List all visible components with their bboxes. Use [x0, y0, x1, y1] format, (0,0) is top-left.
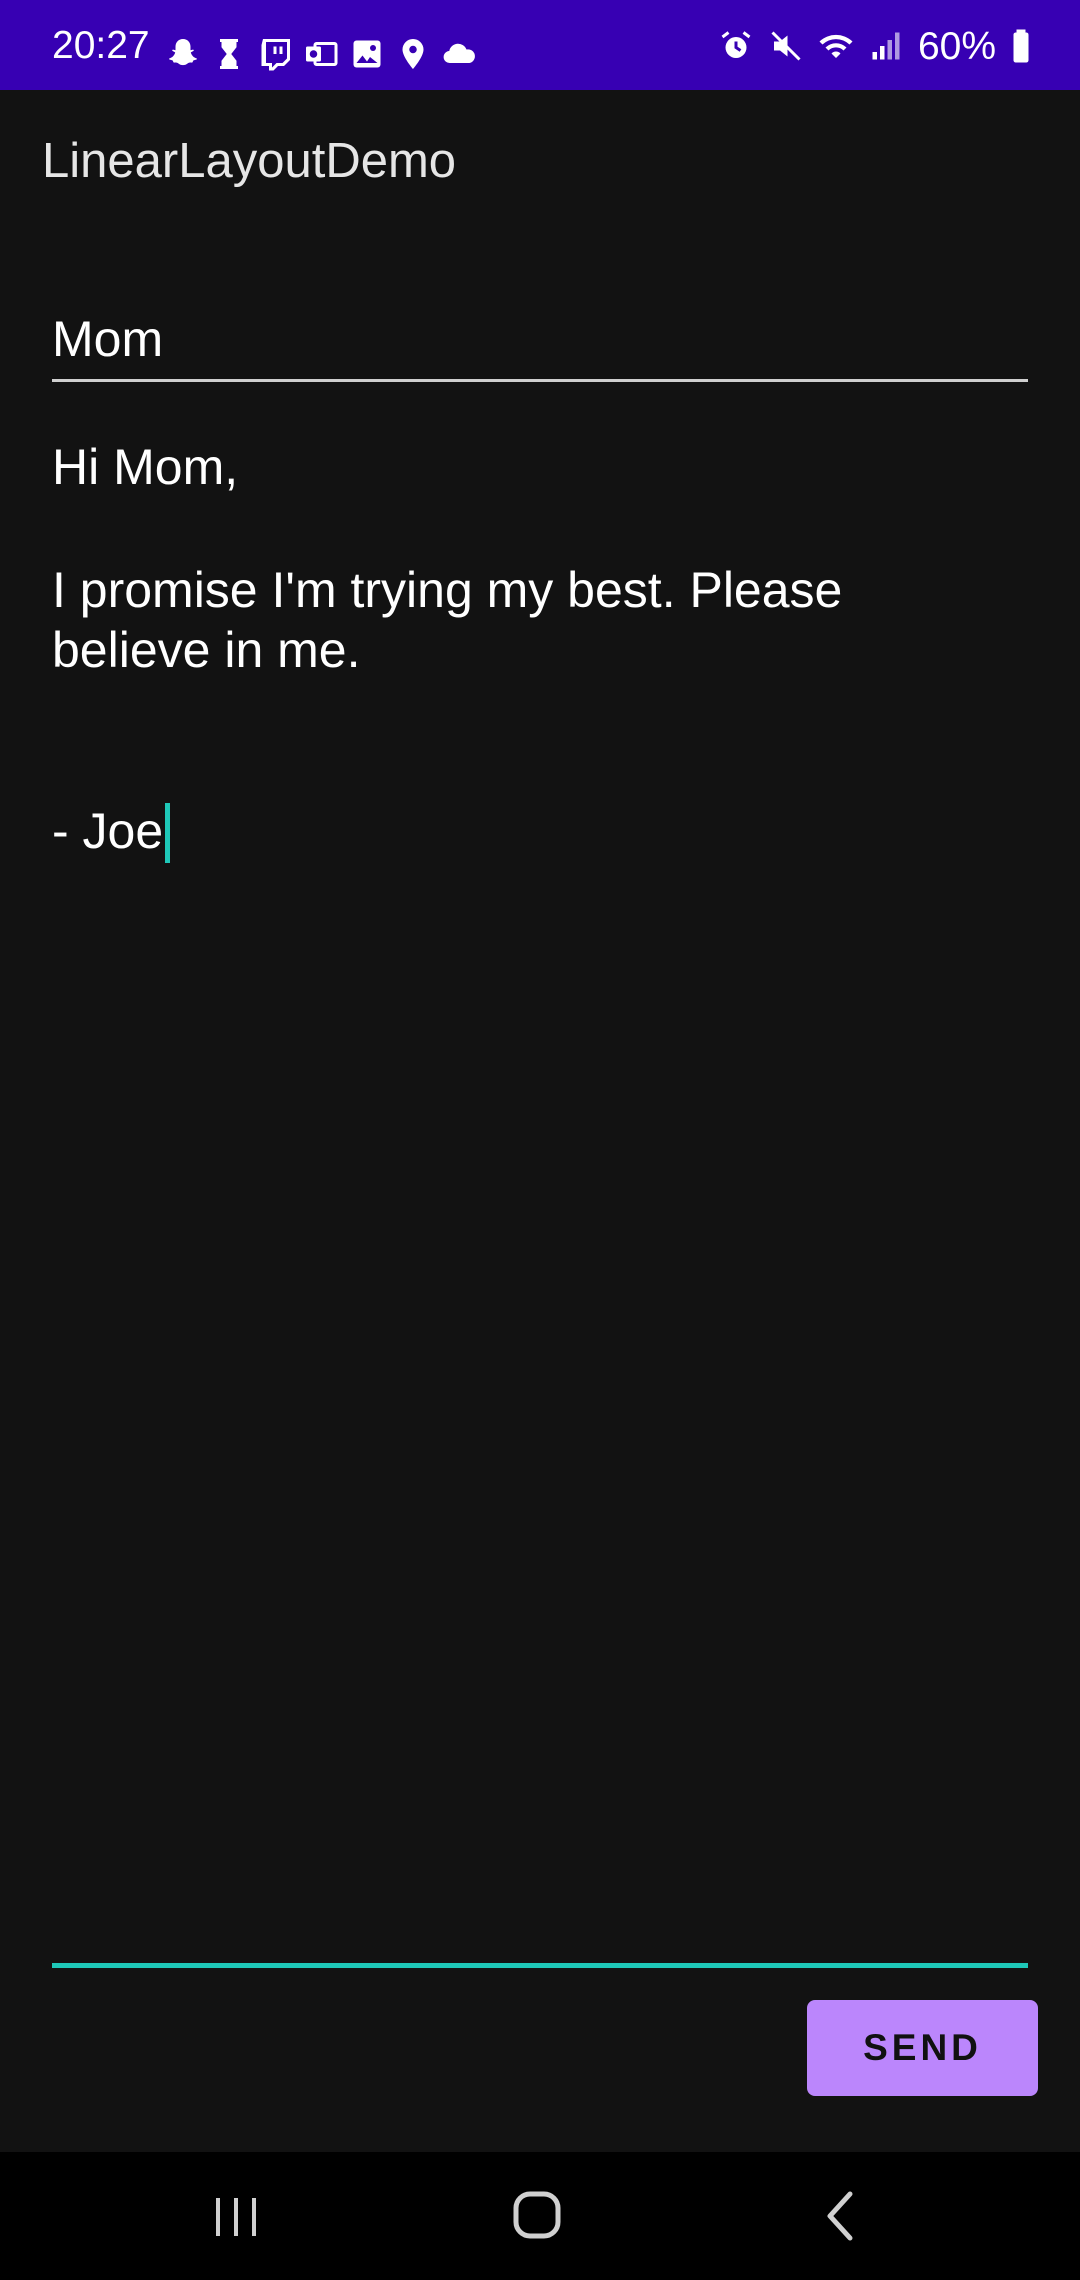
status-time: 20:27: [52, 24, 150, 67]
signal-icon: [872, 32, 900, 60]
gallery-icon: [353, 40, 381, 68]
send-button-label: SEND: [863, 2027, 982, 2068]
battery-percent: 60%: [917, 24, 996, 68]
status-bar: 20:27 60%: [0, 0, 1080, 90]
message-line: Hi Mom,: [52, 439, 239, 495]
outlook-icon: [306, 42, 338, 66]
navigation-bar: [0, 2152, 1080, 2280]
battery-icon: [1013, 29, 1029, 63]
message-line: - Joe: [52, 803, 164, 859]
message-field[interactable]: Hi Mom, I promise I'm trying my best. Pl…: [52, 438, 1028, 1968]
text-cursor: [165, 803, 170, 863]
notification-icons: [165, 36, 477, 72]
snapchat-icon: [169, 39, 197, 66]
back-icon[interactable]: [806, 2184, 878, 2248]
hourglass-icon: [220, 39, 238, 69]
mute-icon: [771, 31, 801, 61]
to-field-value: Mom: [52, 311, 164, 367]
message-line: believe in me.: [52, 622, 361, 678]
location-icon: [402, 39, 424, 69]
send-button[interactable]: SEND: [807, 2000, 1038, 2096]
app-title: LinearLayoutDemo: [42, 134, 457, 188]
alarm-icon: [721, 31, 751, 58]
message-line: I promise I'm trying my best. Please: [52, 562, 843, 618]
home-icon[interactable]: [502, 2184, 574, 2248]
twitch-icon: [261, 39, 290, 71]
system-icons: 60%: [718, 26, 1032, 66]
recents-icon[interactable]: [200, 2184, 272, 2248]
cloud-icon: [443, 43, 475, 64]
wifi-icon: [819, 34, 853, 58]
to-field[interactable]: Mom: [52, 308, 1028, 382]
